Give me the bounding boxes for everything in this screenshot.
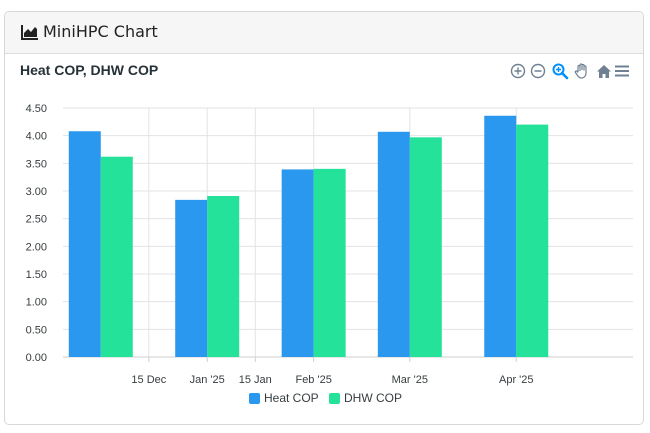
y-tick-label: 1.00 [26, 297, 47, 309]
bar-heat-cop [281, 169, 314, 357]
bar-dhw-cop [100, 156, 133, 357]
x-tick-label: Mar '25 [392, 374, 428, 386]
x-tick-label: Jan '25 [190, 374, 225, 386]
y-tick-label: 4.50 [26, 103, 47, 115]
bar-heat-cop [377, 131, 410, 357]
legend-item-dhw-cop[interactable]: DHW COP [329, 390, 405, 406]
chart-legend: Heat COP DHW COP [5, 390, 643, 406]
legend-swatch-dhw-cop [329, 393, 340, 404]
bar-heat-cop [484, 115, 517, 357]
x-tick-label: 15 Jan [239, 374, 272, 386]
x-tick-label: 15 Dec [131, 374, 166, 386]
x-tick-label: Apr '25 [499, 374, 534, 386]
legend-label-dhw-cop: DHW COP [344, 391, 402, 405]
y-tick-label: 1.50 [26, 269, 47, 281]
bar-heat-cop [68, 131, 101, 357]
bar-dhw-cop [313, 168, 346, 357]
bar-chart: 4.50 4.00 3.50 3.00 2.50 2.00 1.50 1.00 0.50 0.00… [26, 103, 633, 386]
y-tick-label: 2.00 [26, 241, 47, 253]
y-tick-label: 3.00 [26, 186, 47, 198]
legend-swatch-heat-cop [249, 393, 260, 404]
legend-label-heat-cop: Heat COP [264, 391, 319, 405]
y-tick-label: 3.50 [26, 158, 47, 170]
bar-dhw-cop [516, 124, 549, 357]
legend-item-heat-cop[interactable]: Heat COP [249, 390, 325, 406]
x-tick-label: Feb '25 [295, 374, 331, 386]
bar-dhw-cop [207, 195, 240, 357]
chart-card: MiniHPC Chart Heat COP, DHW COP 4.50 4.00… [4, 11, 644, 425]
y-tick-label: 4.00 [26, 131, 47, 143]
bar-dhw-cop [409, 137, 442, 357]
y-tick-label: 0.50 [26, 324, 47, 336]
y-tick-label: 2.50 [26, 214, 47, 226]
y-tick-label: 0.00 [26, 352, 47, 364]
bar-heat-cop [175, 199, 208, 357]
